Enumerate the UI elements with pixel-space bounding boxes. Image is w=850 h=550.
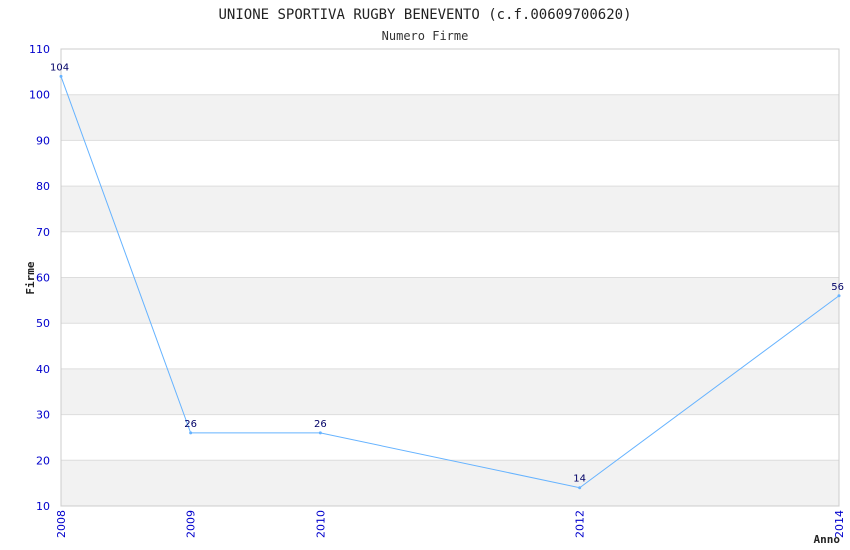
plot-band [61,49,839,95]
x-tick-label: 2008 [55,510,68,538]
data-point [837,294,841,298]
x-tick-label: 2009 [185,510,198,538]
plot-band [61,140,839,187]
data-label: 56 [831,282,844,293]
x-tick-label: 2010 [314,510,327,538]
x-axis-ticks: 2008 2009 2010 2012 2014 [55,510,846,538]
x-tick-label: 2014 [833,510,846,538]
y-tick-label: 90 [36,134,50,147]
y-tick-label: 10 [36,500,50,513]
plot-band [61,460,839,506]
y-tick-label: 100 [29,89,50,102]
data-label: 26 [314,419,327,430]
data-label: 104 [50,62,69,73]
plot-band [61,368,839,415]
data-label: 26 [184,419,197,430]
y-tick-label: 20 [36,454,50,467]
y-tick-label: 50 [36,317,50,330]
plot-band [61,414,839,461]
data-point [59,74,63,78]
chart: UNIONE SPORTIVA RUGBY BENEVENTO (c.f.006… [24,7,846,546]
plot-band [61,231,839,278]
y-tick-label: 40 [36,363,50,376]
data-point [318,431,322,435]
plot-band [61,323,839,369]
y-tick-label: 110 [29,43,50,56]
plot-band [61,186,839,232]
plot-band [61,277,839,324]
y-tick-label: 70 [36,226,50,239]
y-tick-label: 30 [36,409,50,422]
chart-title: UNIONE SPORTIVA RUGBY BENEVENTO (c.f.006… [218,7,631,23]
x-tick-label: 2012 [574,510,587,538]
plot-band [61,94,839,141]
data-label: 14 [573,474,586,485]
chart-subtitle: Numero Firme [382,29,469,43]
y-tick-label: 60 [36,272,50,285]
y-tick-label: 80 [36,180,50,193]
data-point [578,486,582,490]
data-point [189,431,193,435]
